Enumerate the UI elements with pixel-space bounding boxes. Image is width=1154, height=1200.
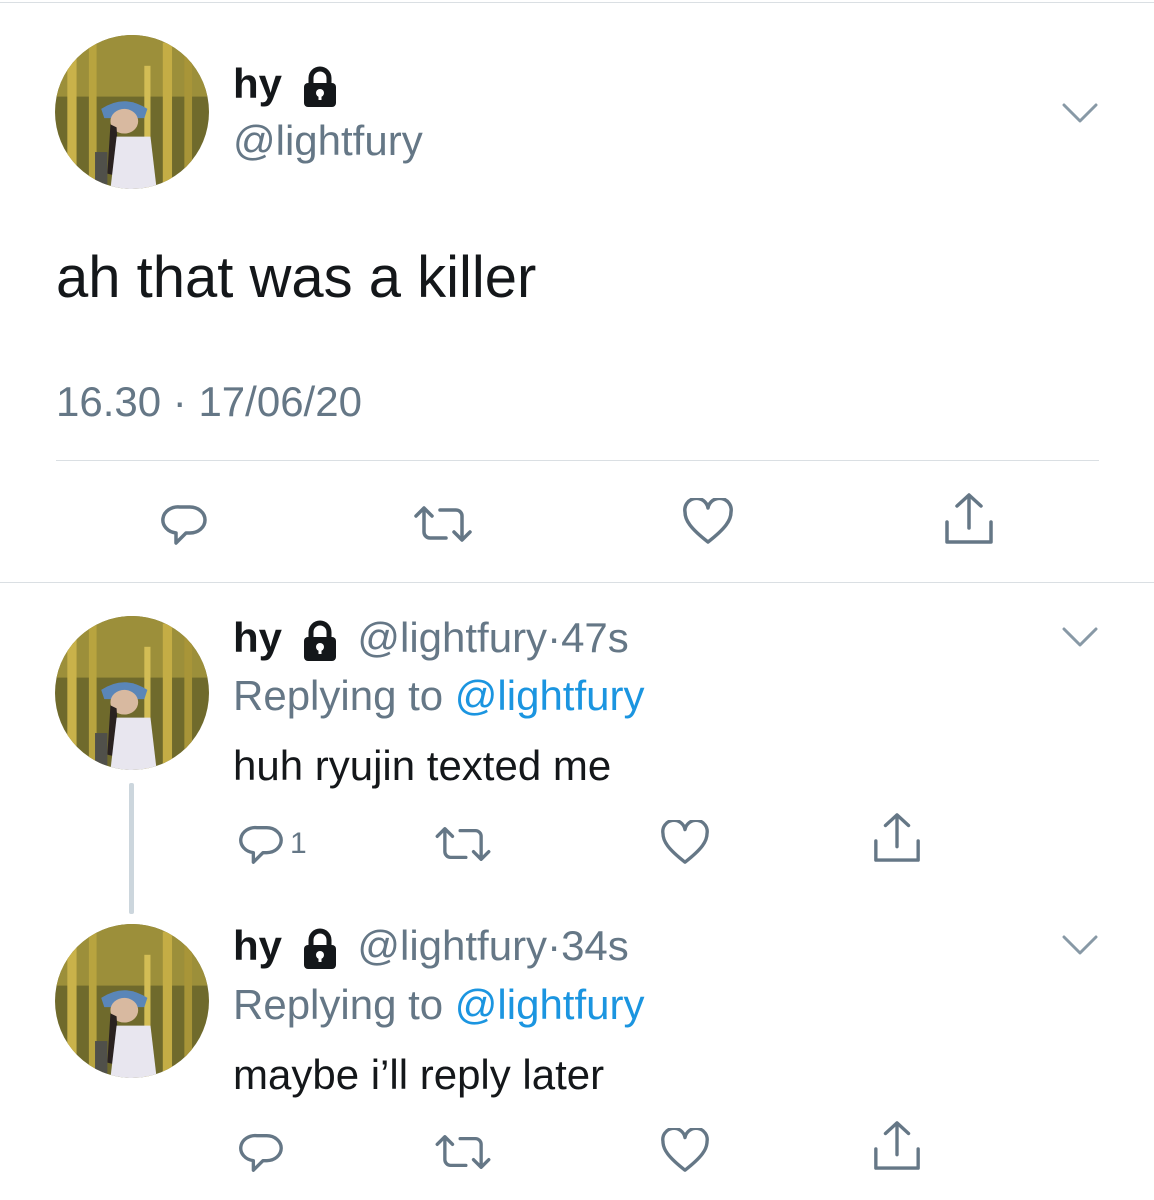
handle[interactable]: @lightfury [357, 922, 547, 969]
chevron-down-icon[interactable] [1062, 102, 1098, 124]
heart-icon [661, 1128, 709, 1172]
replying-to-prefix: Replying to [233, 981, 455, 1028]
reply-header: hy @lightfury·47s [233, 614, 629, 662]
retweet-button[interactable] [433, 1131, 493, 1173]
share-icon [874, 1121, 920, 1170]
reply-icon [161, 505, 207, 545]
tweet-text: ah that was a killer [56, 245, 537, 310]
dot-separator: · [547, 922, 562, 969]
reply-icon [239, 1133, 283, 1172]
chevron-down-icon[interactable] [1062, 934, 1098, 956]
share-icon [945, 493, 993, 544]
avatar[interactable] [55, 616, 209, 770]
display-name[interactable]: hy [233, 614, 282, 661]
reply-icon [239, 825, 283, 864]
tweet-text: maybe i’ll reply later [233, 1051, 605, 1098]
replying-to: Replying to @lightfury [233, 672, 645, 720]
mention-link[interactable]: @lightfury [455, 981, 645, 1028]
heart-icon [683, 498, 733, 544]
display-name[interactable]: hy [233, 60, 340, 108]
lock-icon [303, 620, 336, 661]
chevron-down-icon[interactable] [1062, 626, 1098, 648]
thread-connector [129, 783, 134, 914]
tweet-text: huh ryujin texted me [233, 742, 612, 789]
display-name[interactable]: hy [233, 922, 282, 969]
dot-separator: · [547, 614, 562, 661]
retweet-icon [435, 827, 491, 861]
handle[interactable]: @lightfury [357, 614, 547, 661]
retweet-icon [414, 506, 472, 542]
replying-to: Replying to @lightfury [233, 981, 645, 1029]
lock-icon [303, 66, 336, 107]
mention-link[interactable]: @lightfury [455, 672, 645, 719]
reply-header: hy @lightfury·34s [233, 922, 629, 970]
tweet-date: 17/06/20 [198, 378, 362, 425]
retweet-button[interactable] [433, 823, 493, 865]
lock-icon [303, 928, 336, 969]
display-name-text: hy [233, 60, 283, 107]
reply-button[interactable] [160, 499, 210, 549]
reply-button[interactable]: 1 [238, 820, 307, 868]
timestamp[interactable]: 16.30 · 17/06/20 [56, 378, 362, 426]
heart-icon [661, 820, 709, 864]
reply-count: 1 [290, 827, 307, 860]
tweet-age[interactable]: 47s [561, 614, 629, 661]
avatar[interactable] [55, 35, 209, 189]
replying-to-prefix: Replying to [233, 672, 455, 719]
divider [56, 460, 1099, 461]
share-button[interactable] [943, 492, 995, 546]
section-divider [0, 582, 1154, 583]
reply-button[interactable] [238, 1128, 286, 1176]
retweet-icon [435, 1135, 491, 1169]
share-button[interactable] [872, 812, 922, 864]
share-icon [874, 813, 920, 862]
avatar[interactable] [55, 924, 209, 1078]
tweet-age[interactable]: 34s [561, 922, 629, 969]
top-divider [0, 2, 1154, 3]
tweet-time: 16.30 [56, 378, 162, 425]
like-button[interactable] [682, 498, 734, 546]
retweet-button[interactable] [412, 502, 474, 546]
meta-separator: · [172, 378, 187, 425]
like-button[interactable] [660, 1128, 710, 1174]
share-button[interactable] [872, 1120, 922, 1172]
like-button[interactable] [660, 820, 710, 866]
handle[interactable]: @lightfury [233, 117, 423, 165]
